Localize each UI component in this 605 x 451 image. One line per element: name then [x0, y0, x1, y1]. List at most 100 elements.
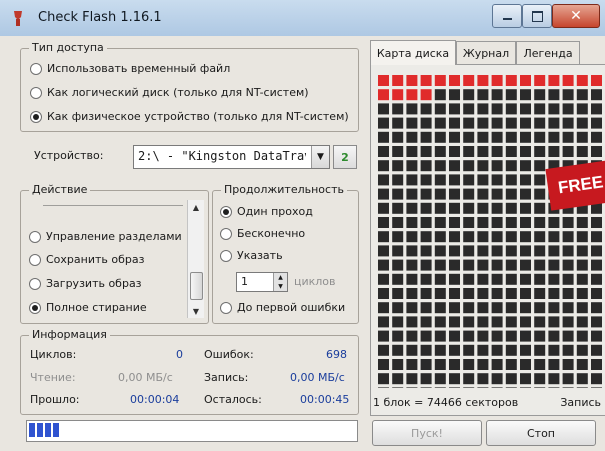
cycles-value[interactable]: 1 [241, 275, 248, 288]
remaining-label: Осталось: [204, 393, 262, 406]
action-list-cropped-row [43, 198, 183, 206]
disk-block [378, 188, 389, 200]
disk-block [477, 302, 489, 314]
bad-block [534, 75, 546, 86]
disk-block [463, 330, 475, 342]
disk-block [505, 160, 517, 172]
radio-first-error[interactable] [220, 301, 232, 314]
radio-infinite[interactable] [220, 227, 232, 240]
chevron-down-icon[interactable]: ▼ [311, 146, 329, 168]
disk-block [477, 202, 489, 214]
action-option-label: Загрузить образ [46, 277, 142, 290]
duration-option-label: До первой ошибки [237, 301, 346, 314]
disk-block [520, 217, 531, 228]
disk-block [477, 89, 489, 101]
disk-block [378, 231, 389, 243]
duration-option-single-pass[interactable]: Один проход [220, 205, 313, 218]
disk-block [534, 217, 546, 228]
disk-block [420, 359, 432, 370]
disk-block [392, 330, 404, 342]
disk-block [463, 231, 475, 243]
access-option-logical-disk[interactable]: Как логический диск (только для NT-систе… [30, 86, 309, 99]
disk-block [477, 316, 489, 328]
bad-block [576, 75, 588, 86]
disk-block [477, 373, 489, 385]
tab-disk-map[interactable]: Карта диска [370, 40, 456, 65]
action-scrollbar[interactable]: ▲ ▼ [187, 200, 204, 318]
action-option-full-erase[interactable]: Полное стирание [29, 301, 147, 314]
radio-partitions[interactable] [29, 230, 41, 243]
disk-block [406, 217, 418, 228]
cycles-spinner[interactable]: 1 ▲ ▼ [236, 272, 288, 292]
scroll-down-icon[interactable]: ▼ [188, 304, 204, 318]
disk-block [505, 117, 517, 129]
duration-option-specify[interactable]: Указать [220, 249, 283, 262]
radio-physical-device[interactable] [30, 110, 42, 123]
access-option-temp-file[interactable]: Использовать временный файл [30, 62, 230, 75]
stop-button[interactable]: Стоп [486, 420, 596, 446]
disk-block [562, 131, 574, 143]
disk-block [378, 359, 389, 370]
map-mode-text: Запись [560, 396, 601, 409]
disk-block [449, 174, 460, 186]
disk-block [576, 131, 588, 143]
disk-block [591, 231, 602, 243]
disk-block [392, 359, 404, 370]
disk-block [562, 387, 574, 388]
disk-block [392, 188, 404, 200]
disk-block [548, 302, 560, 314]
access-type-legend: Тип доступа [29, 41, 107, 54]
radio-temp-file[interactable] [30, 62, 42, 75]
disk-block [548, 146, 560, 157]
spinner-arrows-icon[interactable]: ▲ ▼ [273, 273, 287, 291]
disk-block [562, 103, 574, 115]
radio-save-image[interactable] [29, 253, 41, 266]
minimize-button[interactable] [492, 4, 522, 28]
disk-block [392, 217, 404, 228]
start-button[interactable]: Пуск! [372, 420, 482, 446]
refresh-devices-button[interactable]: 2 [333, 145, 357, 169]
tab-legend[interactable]: Легенда [516, 41, 580, 64]
disk-block [576, 231, 588, 243]
disk-block [534, 231, 546, 243]
maximize-button[interactable] [522, 4, 552, 28]
action-option-save-image[interactable]: Сохранить образ [29, 253, 144, 266]
duration-option-first-error[interactable]: До первой ошибки [220, 301, 345, 314]
disk-block [591, 288, 602, 299]
title-bar[interactable]: Check Flash 1.16.1 ✕ [0, 0, 605, 36]
disk-block [449, 103, 460, 115]
disk-block [591, 89, 602, 101]
disk-block [477, 146, 489, 157]
disk-block [392, 273, 404, 285]
disk-block [576, 117, 588, 129]
disk-block [505, 259, 517, 271]
disk-block [449, 117, 460, 129]
disk-block [534, 288, 546, 299]
radio-logical-disk[interactable] [30, 86, 42, 99]
radio-single-pass[interactable] [220, 205, 232, 218]
radio-specify[interactable] [220, 249, 232, 262]
disk-block [406, 245, 418, 257]
action-option-load-image[interactable]: Загрузить образ [29, 277, 142, 290]
disk-block [463, 344, 475, 356]
scroll-thumb[interactable] [190, 272, 203, 300]
disk-block [406, 373, 418, 385]
action-option-partitions[interactable]: Управление разделами [29, 230, 182, 243]
action-group: Действие Управление разделами Сохранить … [20, 183, 209, 324]
tab-log[interactable]: Журнал [456, 41, 516, 64]
close-button[interactable]: ✕ [552, 4, 600, 28]
scroll-up-icon[interactable]: ▲ [188, 200, 204, 214]
disk-block [591, 117, 602, 129]
disk-block [534, 160, 546, 172]
access-option-physical-device[interactable]: Как физическое устройство (только для NT… [30, 110, 349, 123]
disk-block [505, 387, 517, 388]
radio-load-image[interactable] [29, 277, 41, 290]
disk-block [434, 245, 446, 257]
disk-block [520, 202, 531, 214]
disk-block [392, 288, 404, 299]
disk-block [434, 202, 446, 214]
radio-full-erase[interactable] [29, 301, 41, 314]
duration-option-infinite[interactable]: Бесконечно [220, 227, 305, 240]
disk-block [378, 373, 389, 385]
device-select[interactable]: 2:\ - "Kingston DataTraveler ▼ [133, 145, 330, 169]
